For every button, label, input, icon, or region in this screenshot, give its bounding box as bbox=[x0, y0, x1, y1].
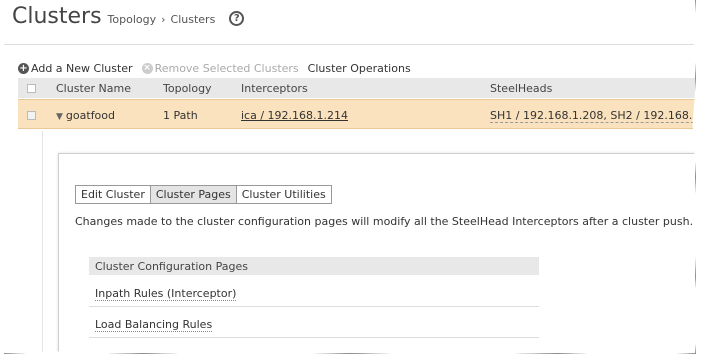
interceptors-link[interactable]: ica / 192.168.1.214 bbox=[241, 109, 348, 122]
breadcrumb-separator: › bbox=[161, 13, 166, 26]
add-cluster-button[interactable]: + Add a New Cluster bbox=[18, 62, 133, 75]
remove-circle-icon: × bbox=[141, 63, 153, 74]
help-icon[interactable]: ? bbox=[229, 11, 245, 26]
plus-circle-icon: + bbox=[18, 62, 29, 74]
table-header: Cluster Name Topology Interceptors Steel… bbox=[18, 78, 695, 98]
breadcrumb-topology[interactable]: Topology bbox=[108, 13, 157, 26]
push-warning-text: Changes made to the cluster configuratio… bbox=[75, 215, 694, 228]
tab-cluster-pages[interactable]: Cluster Pages bbox=[150, 186, 237, 203]
table-row[interactable]: ▼ goatfood 1 Path ica / 192.168.1.214 SH1… bbox=[18, 99, 695, 129]
steelheads-cell[interactable]: SH1 / 192.168.1.208, SH2 / 192.168.1.210 bbox=[490, 109, 695, 123]
col-steelheads[interactable]: SteelHeads bbox=[490, 82, 552, 95]
page-header: Clusters Topology › Clusters ? bbox=[12, 4, 245, 34]
row-checkbox[interactable] bbox=[27, 110, 36, 123]
header-divider bbox=[4, 44, 695, 45]
cluster-toolbar: + Add a New Cluster × Remove Selected Cl… bbox=[18, 62, 420, 75]
topology-cell: 1 Path bbox=[163, 109, 198, 122]
select-all-checkbox[interactable] bbox=[27, 83, 36, 96]
config-pages-header: Cluster Configuration Pages bbox=[89, 257, 539, 275]
breadcrumb: Topology › Clusters bbox=[108, 13, 216, 26]
tab-edit-cluster[interactable]: Edit Cluster bbox=[76, 186, 151, 203]
expand-caret-icon[interactable]: ▼ bbox=[56, 112, 63, 122]
detail-tabs: Edit Cluster Cluster Pages Cluster Utili… bbox=[75, 185, 332, 204]
config-item-label: Inpath Rules (Interceptor) bbox=[95, 287, 237, 301]
remove-clusters-button[interactable]: × Remove Selected Clusters bbox=[141, 62, 299, 75]
cluster-name-cell[interactable]: ▼ goatfood bbox=[56, 109, 115, 122]
col-interceptors[interactable]: Interceptors bbox=[241, 82, 308, 95]
breadcrumb-clusters: Clusters bbox=[170, 13, 216, 26]
cluster-detail-panel: Edit Cluster Cluster Pages Cluster Utili… bbox=[58, 153, 695, 353]
remove-clusters-label: Remove Selected Clusters bbox=[154, 62, 299, 75]
col-cluster-name[interactable]: Cluster Name bbox=[56, 82, 131, 95]
add-cluster-label: Add a New Cluster bbox=[31, 62, 133, 75]
clusters-page: Clusters Topology › Clusters ? + Add a New… bbox=[4, 0, 696, 354]
config-item-load-balancing[interactable]: Load Balancing Rules bbox=[89, 308, 539, 338]
cluster-operations-button[interactable]: Cluster Operations bbox=[308, 62, 411, 75]
tab-cluster-utilities[interactable]: Cluster Utilities bbox=[236, 186, 331, 203]
config-item-label: Load Balancing Rules bbox=[95, 318, 213, 332]
col-topology[interactable]: Topology bbox=[163, 82, 212, 95]
config-item-inpath-rules[interactable]: Inpath Rules (Interceptor) bbox=[89, 277, 539, 307]
cluster-name: goatfood bbox=[65, 109, 116, 122]
page-title: Clusters bbox=[12, 4, 102, 29]
